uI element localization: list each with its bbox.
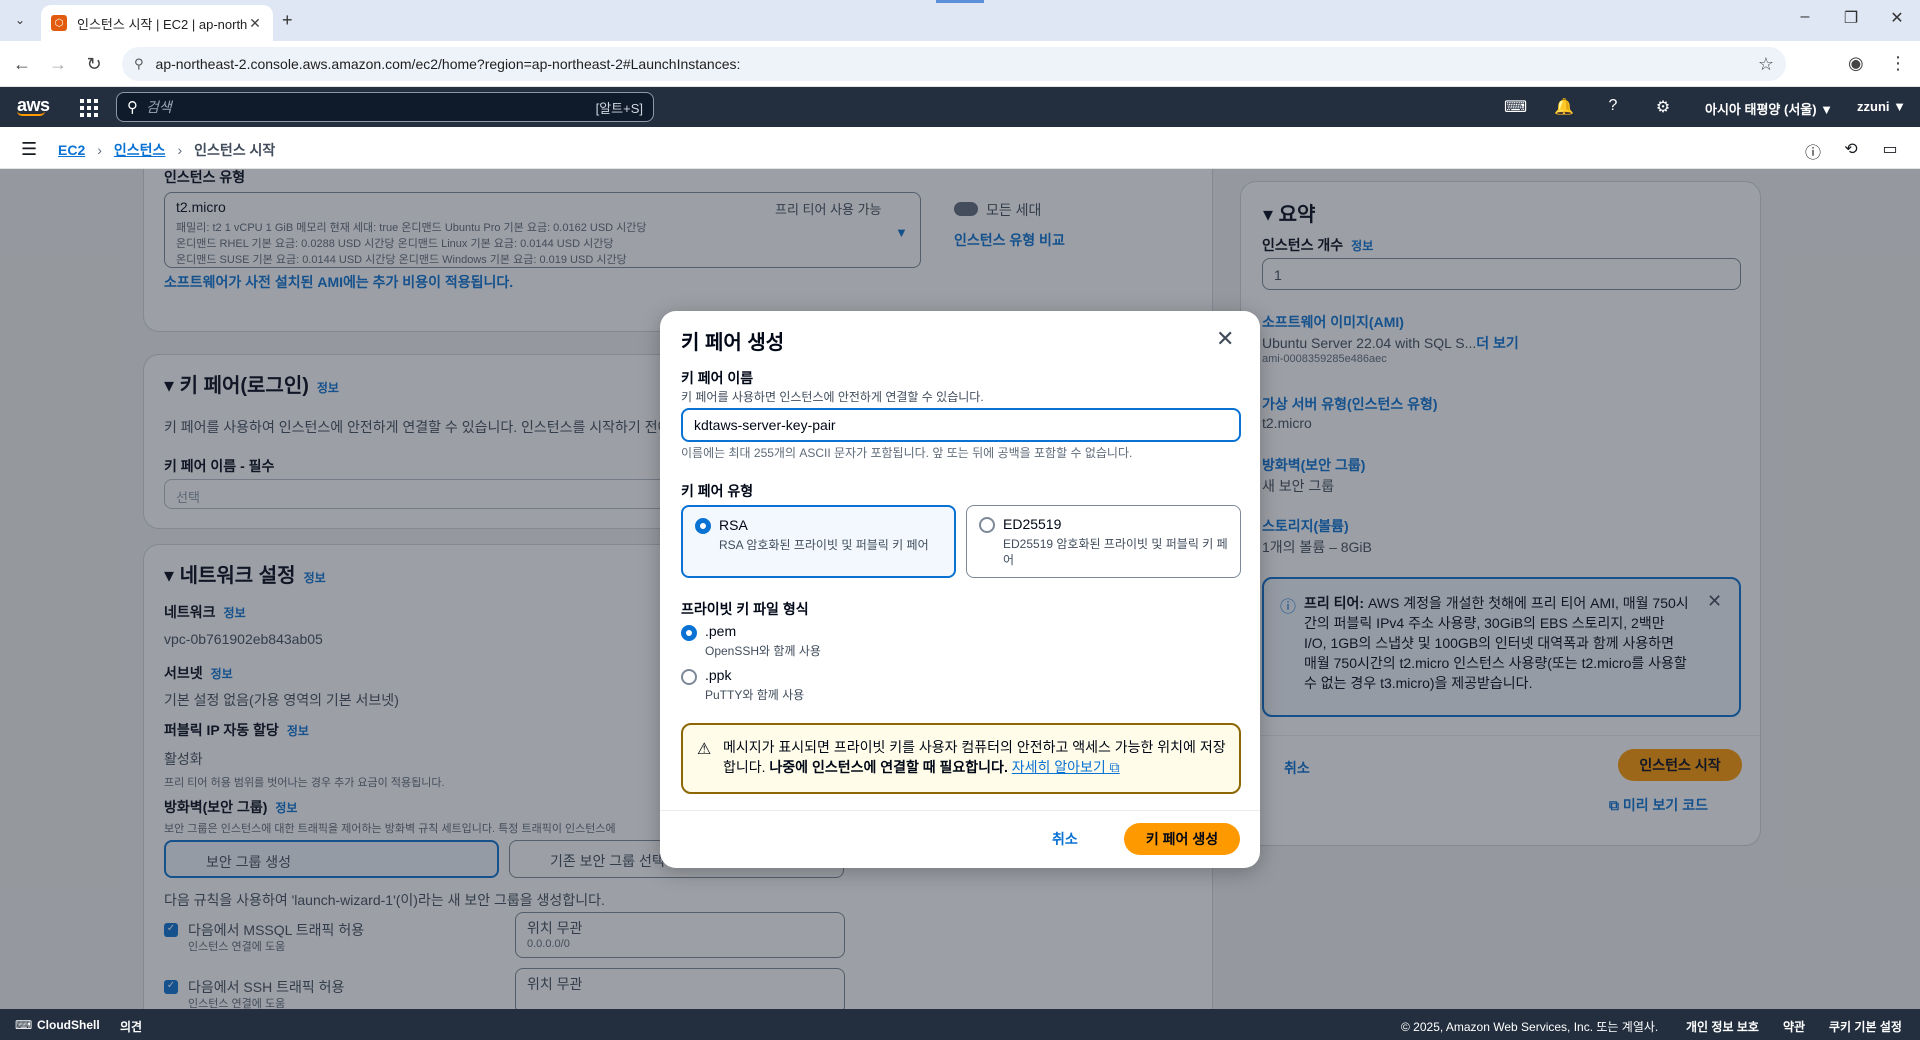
site-info-icon[interactable]: ⚲ xyxy=(134,56,144,72)
new-tab-icon[interactable]: + xyxy=(282,10,293,31)
copyright: © 2025, Amazon Web Services, Inc. 또는 계열사… xyxy=(1401,1020,1659,1034)
external-link-icon: ⧉ xyxy=(1105,759,1120,775)
browser-tab-strip: ⌄ ⬡ 인스턴스 시작 | EC2 | ap-north ✕ + – ❐ ✕ xyxy=(0,0,1920,41)
search-placeholder: 검색 xyxy=(146,99,172,115)
tab-search-icon[interactable]: ⌄ xyxy=(10,10,30,30)
key-pair-name-hint: 이름에는 최대 255개의 ASCII 문자가 포함됩니다. 앞 또는 뒤에 공… xyxy=(681,446,1133,460)
rsa-title: RSA xyxy=(719,517,748,533)
warning-bold: 나중에 인스턴스에 연결할 때 필요합니다. xyxy=(769,759,1008,775)
minimize-icon[interactable]: – xyxy=(1795,8,1815,26)
feedback-link[interactable]: 의견 xyxy=(120,1018,142,1035)
breadcrumb-instances[interactable]: 인스턴스 xyxy=(114,140,166,160)
profile-icon[interactable]: ◉ xyxy=(1848,53,1864,74)
warning-alert: ⚠ 메시지가 표시되면 프라이빗 키를 사용자 컴퓨터의 안전하고 액세스 가능… xyxy=(681,723,1241,794)
modal-title: 키 페어 생성 xyxy=(681,332,785,354)
aws-favicon-icon: ⬡ xyxy=(51,15,67,31)
info-icon[interactable]: ⓘ xyxy=(1803,139,1823,163)
tab-title: 인스턴스 시작 | EC2 | ap-north xyxy=(77,16,247,32)
ppk-radio[interactable] xyxy=(681,669,697,685)
ed25519-desc: ED25519 암호화된 프라이빗 및 퍼블릭 키 페어 xyxy=(1003,537,1228,567)
modal-divider xyxy=(660,810,1260,811)
breadcrumb-ec2[interactable]: EC2 xyxy=(58,142,85,158)
history-icon[interactable]: ⟲ xyxy=(1841,139,1861,159)
ed25519-title: ED25519 xyxy=(1003,516,1062,532)
close-tab-icon[interactable]: ✕ xyxy=(247,15,263,32)
pem-radio[interactable] xyxy=(681,625,697,641)
private-key-format-label: 프라이빗 키 파일 형식 xyxy=(681,601,809,617)
tab-strip-accent xyxy=(936,0,984,3)
reload-icon[interactable]: ↻ xyxy=(83,54,105,75)
cloudshell-link[interactable]: CloudShell xyxy=(37,1018,100,1032)
browser-toolbar: ← → ↻ ⚲ ap-northeast-2.console.aws.amazo… xyxy=(0,41,1920,87)
create-key-pair-button[interactable]: 키 페어 생성 xyxy=(1124,823,1240,855)
key-type-rsa-tile[interactable]: RSA RSA 암호화된 프라이빗 및 퍼블릭 키 페어 xyxy=(681,505,956,578)
cookie-preferences-link[interactable]: 쿠키 기본 설정 xyxy=(1829,1018,1902,1035)
chevron-right-icon: › xyxy=(177,142,183,158)
close-icon[interactable]: ✕ xyxy=(1216,326,1234,352)
gear-icon[interactable]: ⚙ xyxy=(1653,97,1673,117)
search-icon: ⚲ xyxy=(127,99,138,116)
create-key-pair-modal: 키 페어 생성 ✕ 키 페어 이름 키 페어를 사용하면 인스턴스에 안전하게 … xyxy=(660,311,1260,868)
cloudshell-icon[interactable]: ⌨ xyxy=(1504,97,1527,117)
region-selector[interactable]: 아시아 태평양 (서울) ▼ xyxy=(1705,99,1833,118)
forward-icon[interactable]: → xyxy=(47,54,69,75)
chrome-menu-icon[interactable]: ⋮ xyxy=(1889,53,1907,74)
breadcrumb: EC2 › 인스턴스 › 인스턴스 시작 xyxy=(58,140,275,160)
learn-more-link[interactable]: 자세히 알아보기 xyxy=(1012,759,1106,775)
key-type-ed25519-tile[interactable]: ED25519 ED25519 암호화된 프라이빗 및 퍼블릭 키 페어 xyxy=(966,505,1241,578)
hamburger-menu-icon[interactable]: ☰ xyxy=(21,139,37,160)
breadcrumb-bar: ☰ EC2 › 인스턴스 › 인스턴스 시작 ⓘ ⟲ ▭ xyxy=(0,127,1920,169)
chevron-right-icon: › xyxy=(97,142,102,158)
warning-text: 메시지가 표시되면 프라이빗 키를 사용자 컴퓨터의 안전하고 액세스 가능한 … xyxy=(723,737,1233,777)
key-pair-type-label: 키 페어 유형 xyxy=(681,483,754,499)
ppk-title: .ppk xyxy=(705,667,732,683)
ed25519-radio[interactable] xyxy=(979,517,995,533)
search-shortcut: [알트+S] xyxy=(595,100,643,116)
help-icon[interactable]: ? xyxy=(1603,97,1623,115)
console-footer: ⌨ CloudShell 의견 © 2025, Amazon Web Servi… xyxy=(0,1009,1920,1040)
services-grid-icon[interactable] xyxy=(80,99,98,117)
bell-icon[interactable]: 🔔 xyxy=(1554,97,1574,117)
aws-search-box[interactable]: ⚲ 검색 [알트+S] xyxy=(116,92,654,122)
key-pair-name-desc: 키 페어를 사용하면 인스턴스에 안전하게 연결할 수 있습니다. xyxy=(681,390,984,404)
pem-desc: OpenSSH와 함께 사용 xyxy=(705,644,821,658)
aws-logo[interactable]: aws xyxy=(17,95,50,116)
address-bar[interactable]: ⚲ ap-northeast-2.console.aws.amazon.com/… xyxy=(122,47,1786,81)
aws-top-nav: aws ⚲ 검색 [알트+S] ⌨ 🔔 ? ⚙ 아시아 태평양 (서울) ▼ z… xyxy=(0,87,1920,127)
cloudshell-footer-icon[interactable]: ⌨ xyxy=(15,1018,32,1032)
pem-title: .pem xyxy=(705,623,737,639)
cancel-button[interactable]: 취소 xyxy=(1052,825,1078,853)
privacy-link[interactable]: 개인 정보 보호 xyxy=(1686,1018,1759,1035)
key-pair-name-label: 키 페어 이름 xyxy=(681,370,754,386)
feedback-panel-icon[interactable]: ▭ xyxy=(1880,139,1900,159)
url-text: ap-northeast-2.console.aws.amazon.com/ec… xyxy=(155,56,741,72)
ppk-desc: PuTTY와 함께 사용 xyxy=(705,688,805,702)
restore-icon[interactable]: ❐ xyxy=(1841,8,1861,28)
key-pair-name-input[interactable] xyxy=(681,408,1241,442)
rsa-desc: RSA 암호화된 프라이빗 및 퍼블릭 키 페어 xyxy=(719,538,929,552)
rsa-radio[interactable] xyxy=(695,518,711,534)
breadcrumb-current: 인스턴스 시작 xyxy=(194,142,276,158)
browser-tab[interactable]: ⬡ 인스턴스 시작 | EC2 | ap-north ✕ xyxy=(41,5,273,41)
close-window-icon[interactable]: ✕ xyxy=(1887,8,1907,28)
terms-link[interactable]: 약관 xyxy=(1783,1018,1805,1035)
account-menu[interactable]: zzuni ▼ xyxy=(1857,99,1906,114)
warning-triangle-icon: ⚠ xyxy=(697,741,712,758)
bookmark-star-icon[interactable]: ☆ xyxy=(1758,54,1774,75)
back-icon[interactable]: ← xyxy=(11,54,33,75)
